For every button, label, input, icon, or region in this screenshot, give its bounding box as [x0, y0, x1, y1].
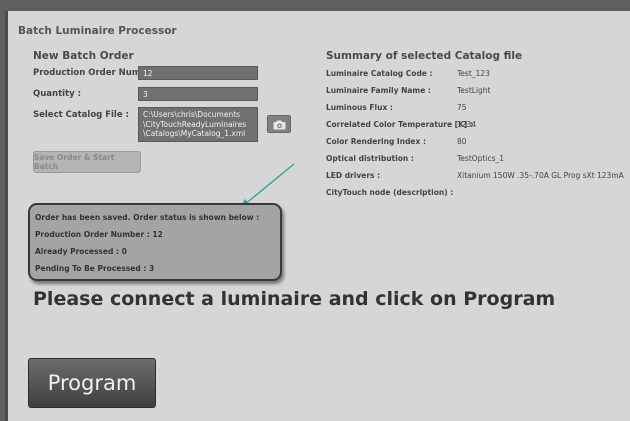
instruction-message: Please connect a luminaire and click on … — [33, 288, 556, 310]
catalog-file-path-field[interactable]: C:\Users\chris\Documents \CityTouchReady… — [138, 107, 258, 142]
app-window: Batch Luminaire Processor New Batch Orde… — [5, 11, 630, 421]
summary-label-cri: Color Rendering Index : — [326, 137, 426, 146]
summary-value-family-name: TestLight — [457, 86, 491, 95]
summary-value-optical-distribution: TestOptics_1 — [457, 154, 505, 163]
order-status-box: Order has been saved. Order status is sh… — [28, 203, 282, 281]
summary-label-family-name: Luminaire Family Name : — [326, 86, 431, 95]
summary-label-color-temperature: Correlated Color Temperature [K] : — [326, 120, 473, 129]
order-saved-message: Order has been saved. Order status is sh… — [35, 213, 260, 222]
summary-value-led-drivers: Xitanium 150W .35-.70A GL Prog sXt 123mA — [457, 171, 624, 180]
summary-value-luminous-flux: 75 — [457, 103, 467, 112]
summary-value-color-temperature: 1234 — [457, 120, 477, 129]
status-already-processed: Already Processed : 0 — [35, 247, 127, 256]
catalog-summary-heading: Summary of selected Catalog file — [326, 50, 523, 62]
browse-catalog-button[interactable] — [267, 115, 291, 133]
status-production-order: Production Order Number : 12 — [35, 230, 163, 239]
status-pending: Pending To Be Processed : 3 — [35, 264, 155, 273]
app-title: Batch Luminaire Processor — [18, 25, 177, 37]
summary-value-catalog-code: Test_123 — [457, 69, 490, 78]
camera-icon — [273, 115, 286, 134]
quantity-input[interactable]: 3 — [138, 87, 258, 101]
program-button[interactable]: Program — [28, 358, 156, 408]
summary-label-citytouch-node: CityTouch node (description) : — [326, 188, 454, 197]
production-order-input[interactable]: 12 — [138, 66, 258, 80]
summary-label-catalog-code: Luminaire Catalog Code : — [326, 69, 433, 78]
new-batch-order-heading: New Batch Order — [33, 50, 134, 62]
save-order-button[interactable]: Save Order & Start Batch — [33, 151, 141, 173]
summary-label-optical-distribution: Optical distribution : — [326, 154, 414, 163]
catalog-file-label: Select Catalog File : — [33, 110, 129, 120]
summary-label-luminous-flux: Luminous Flux : — [326, 103, 393, 112]
summary-value-cri: 80 — [457, 137, 467, 146]
quantity-label: Quantity : — [33, 89, 82, 99]
summary-label-led-drivers: LED drivers : — [326, 171, 381, 180]
